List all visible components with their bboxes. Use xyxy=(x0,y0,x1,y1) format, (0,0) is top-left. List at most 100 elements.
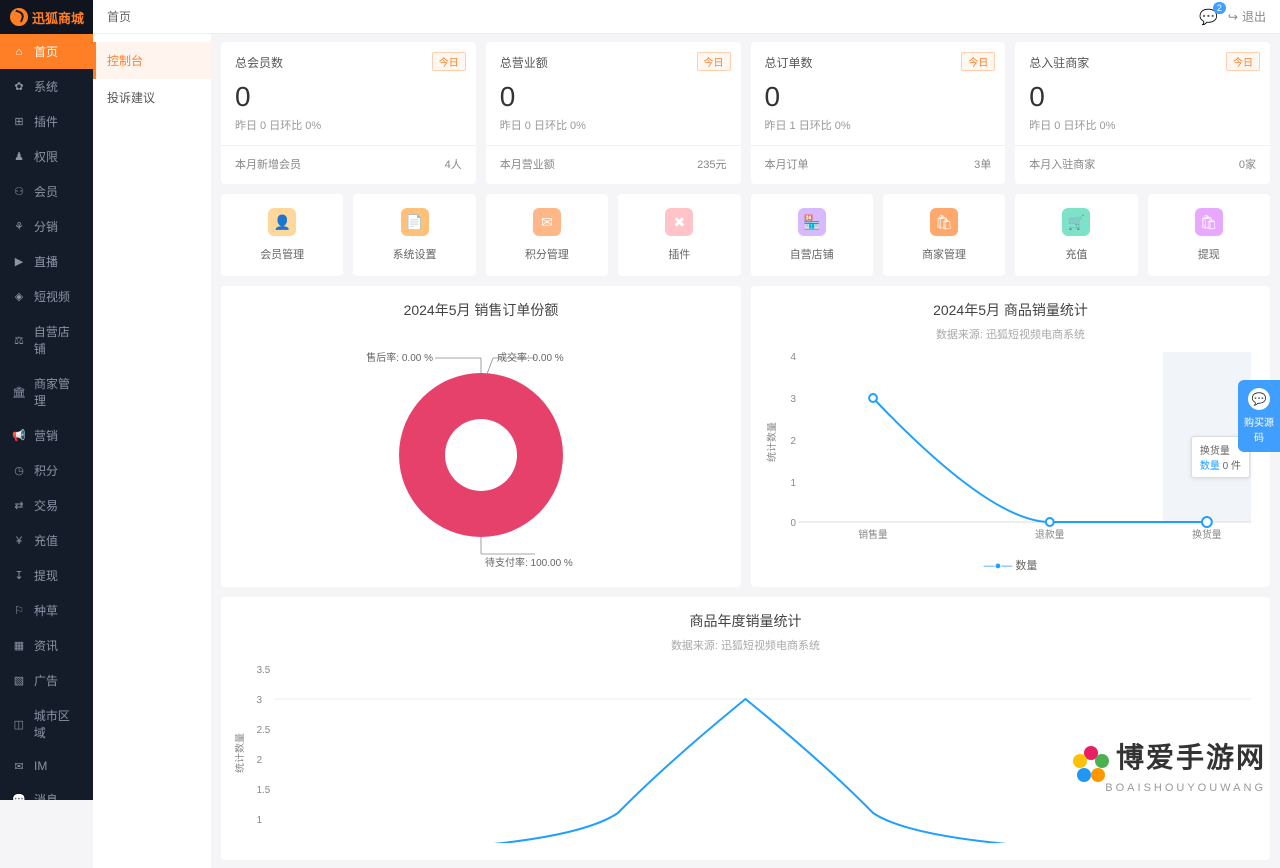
nav-label: 商家管理 xyxy=(34,375,81,409)
nav-label: 直播 xyxy=(34,253,58,270)
sidebar-item-14[interactable]: ↧ 提现 xyxy=(0,558,93,593)
stat-foot-label: 本月新增会员 xyxy=(235,156,301,172)
sidebar-item-17[interactable]: ▧广告 xyxy=(0,663,93,698)
nav-label: IM xyxy=(34,759,47,773)
stat-value: 0 xyxy=(1029,81,1256,113)
sidebar-item-9[interactable]: 🏛商家管理 xyxy=(0,366,93,418)
nav-icon: ⇄ xyxy=(12,499,26,513)
today-tag[interactable]: 今日 xyxy=(697,52,731,71)
sidebar-item-11[interactable]: ◷积分 xyxy=(0,453,93,488)
quick-link-7[interactable]: 🛍 提现 xyxy=(1148,194,1270,276)
today-tag[interactable]: 今日 xyxy=(1226,52,1260,71)
main-content: 总会员数 今日 0 昨日 0 日环比 0% 本月新增会员4人 总营业额 今日 0… xyxy=(211,34,1280,868)
sub-navigation: 控制台投诉建议 xyxy=(93,34,211,868)
quick-icon: 🛒 xyxy=(1062,208,1090,236)
subnav-item-1[interactable]: 投诉建议 xyxy=(93,79,211,116)
quick-icon: ✉ xyxy=(533,208,561,236)
nav-label: 资讯 xyxy=(34,637,58,654)
sidebar-item-1[interactable]: ✿ 系统 xyxy=(0,69,93,104)
floating-buy-button[interactable]: 💬 购买源码 xyxy=(1238,380,1280,452)
stat-title: 总订单数 xyxy=(765,54,992,71)
svg-text:退款量: 退款量 xyxy=(1035,528,1065,541)
nav-icon: ▶ xyxy=(12,255,26,269)
quick-icon: 🛍 xyxy=(930,208,958,236)
stat-sub: 昨日 0 日环比 0% xyxy=(1029,117,1256,133)
nav-icon: ▧ xyxy=(12,674,26,688)
nav-icon: ✿ xyxy=(12,80,26,94)
sidebar-item-16[interactable]: ▦ 资讯 xyxy=(0,628,93,663)
line-chart-card: 2024年5月 商品销量统计 数据来源: 迅狐短视频电商系统 统计数量 4 3 … xyxy=(751,286,1270,587)
nav-icon: ⌂ xyxy=(12,45,26,59)
sidebar-item-0[interactable]: ⌂首页 xyxy=(0,34,93,69)
sidebar-item-7[interactable]: ◈短视频 xyxy=(0,279,93,314)
nav-icon: ▦ xyxy=(12,639,26,653)
logout-icon: ↪ xyxy=(1228,10,1238,24)
svg-text:1: 1 xyxy=(257,815,263,826)
quick-label: 提现 xyxy=(1154,246,1264,262)
nav-icon: ✉ xyxy=(12,759,26,773)
nav-label: 插件 xyxy=(34,113,58,130)
sidebar-item-8[interactable]: ⚖自营店铺 xyxy=(0,314,93,366)
quick-link-0[interactable]: 👤会员管理 xyxy=(221,194,343,276)
nav-label: 系统 xyxy=(34,78,58,95)
nav-label: 短视频 xyxy=(34,288,70,305)
sidebar-item-12[interactable]: ⇄交易 xyxy=(0,488,93,523)
nav-label: 权限 xyxy=(34,148,58,165)
nav-label: 提现 xyxy=(34,567,58,584)
sidebar-item-20[interactable]: 💬消息 xyxy=(0,782,93,800)
subnav-item-0[interactable]: 控制台 xyxy=(93,42,211,79)
stat-title: 总营业额 xyxy=(500,54,727,71)
quick-link-4[interactable]: 🏪自营店铺 xyxy=(751,194,873,276)
sidebar-item-18[interactable]: ◫城市区域 xyxy=(0,698,93,750)
stat-foot-label: 本月营业额 xyxy=(500,156,555,172)
svg-text:1.5: 1.5 xyxy=(257,785,271,796)
quick-link-6[interactable]: 🛒充值 xyxy=(1015,194,1137,276)
nav-label: 消息 xyxy=(34,791,58,800)
quick-link-3[interactable]: ✖插件 xyxy=(618,194,740,276)
nav-icon: ⚇ xyxy=(12,185,26,199)
svg-text:统计数量: 统计数量 xyxy=(235,733,246,773)
stat-value: 0 xyxy=(765,81,992,113)
svg-text:统计数量: 统计数量 xyxy=(765,422,778,462)
donut-chart-title: 2024年5月 销售订单份额 xyxy=(235,300,727,320)
line-chart-legend: —●— 数量 xyxy=(765,557,1256,573)
quick-link-1[interactable]: 📄系统设置 xyxy=(353,194,475,276)
today-tag[interactable]: 今日 xyxy=(432,52,466,71)
stat-foot-value: 4人 xyxy=(445,156,462,172)
sidebar-item-15[interactable]: ⚐种草 xyxy=(0,593,93,628)
nav-icon: ⚐ xyxy=(12,604,26,618)
logout-button[interactable]: ↪ 退出 xyxy=(1228,8,1266,25)
annual-chart-card: 商品年度销量统计 数据来源: 迅狐短视频电商系统 统计数量 3.5 3 2.5 … xyxy=(221,597,1270,860)
quick-label: 商家管理 xyxy=(889,246,999,262)
svg-text:售后率: 0.00 %: 售后率: 0.00 % xyxy=(366,351,433,364)
sidebar-item-6[interactable]: ▶ 直播 xyxy=(0,244,93,279)
nav-label: 分销 xyxy=(34,218,58,235)
svg-text:成交率: 0.00 %: 成交率: 0.00 % xyxy=(497,351,564,364)
stat-sub: 昨日 0 日环比 0% xyxy=(235,117,462,133)
sidebar-item-10[interactable]: 📢营销 xyxy=(0,418,93,453)
stat-card-0: 总会员数 今日 0 昨日 0 日环比 0% 本月新增会员4人 xyxy=(221,42,476,184)
stat-foot-value: 3单 xyxy=(974,156,991,172)
nav-label: 自营店铺 xyxy=(34,323,81,357)
svg-text:换货量: 换货量 xyxy=(1192,528,1222,541)
quick-label: 会员管理 xyxy=(227,246,337,262)
svg-text:0: 0 xyxy=(791,518,797,529)
sidebar-item-19[interactable]: ✉ IM xyxy=(0,750,93,782)
svg-text:2: 2 xyxy=(257,755,262,766)
quick-link-5[interactable]: 🛍 商家管理 xyxy=(883,194,1005,276)
nav-icon: ↧ xyxy=(12,569,26,583)
quick-link-2[interactable]: ✉积分管理 xyxy=(486,194,608,276)
quick-icon: 🏪 xyxy=(798,208,826,236)
chat-bubble-icon: 💬 xyxy=(1248,388,1270,410)
sidebar-item-5[interactable]: ⚘分销 xyxy=(0,209,93,244)
brand-logo[interactable]: 迅狐商城 xyxy=(0,0,93,34)
sidebar-item-4[interactable]: ⚇会员 xyxy=(0,174,93,209)
stat-foot-value: 235元 xyxy=(697,156,726,172)
sidebar-item-13[interactable]: ¥充值 xyxy=(0,523,93,558)
notification-button[interactable]: 💬 2 xyxy=(1199,8,1218,26)
quick-icon: 🛍 xyxy=(1195,208,1223,236)
sidebar-item-3[interactable]: ♟权限 xyxy=(0,139,93,174)
nav-label: 营销 xyxy=(34,427,58,444)
today-tag[interactable]: 今日 xyxy=(961,52,995,71)
sidebar-item-2[interactable]: ⊞插件 xyxy=(0,104,93,139)
